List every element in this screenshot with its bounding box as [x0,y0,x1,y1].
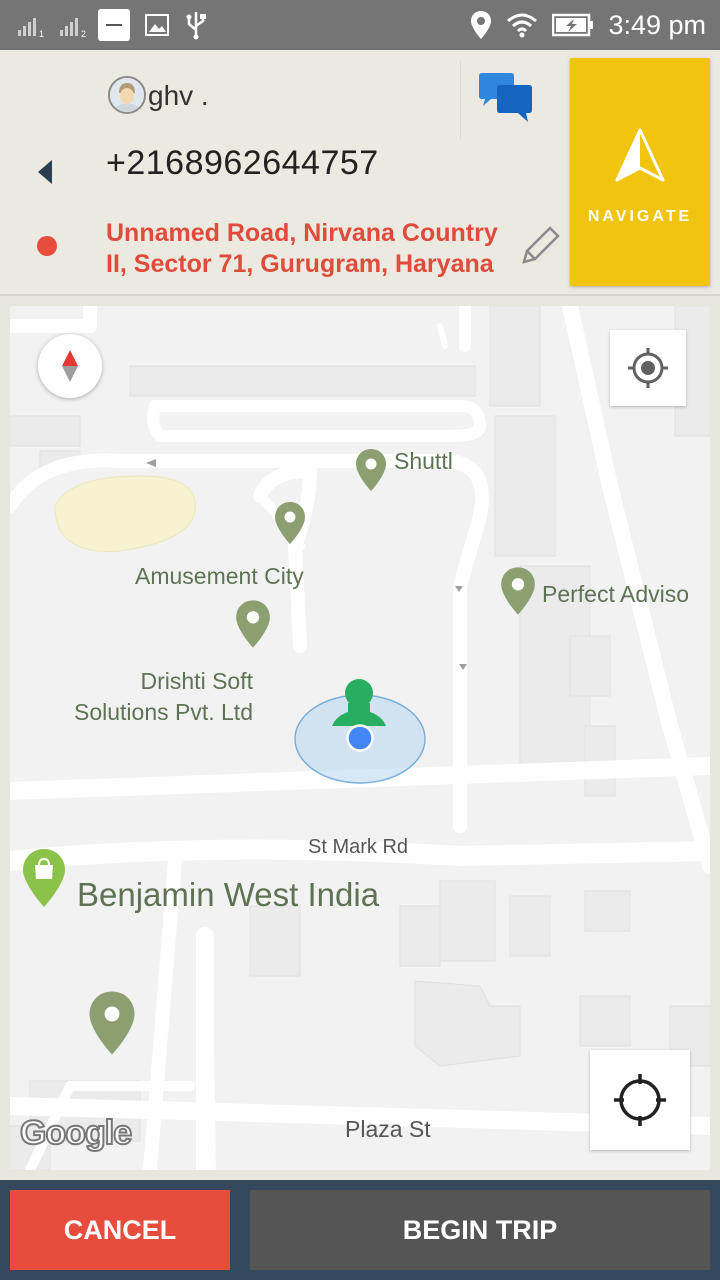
place-label-perfect-adviso[interactable]: Perfect Adviso [542,581,689,608]
usb-icon [186,12,206,40]
image-icon [145,14,169,36]
destination-address: Unnamed Road, Nirvana Country II, Sector… [106,219,498,278]
navigate-button[interactable]: NAVIGATE [570,58,710,286]
trip-header: ghv . +2168962644757 Unnamed Road, Nirva… [0,50,720,296]
place-label-shuttl[interactable]: Shuttl [394,448,453,475]
app-notification-icon [98,9,130,41]
battery-charging-icon [552,13,594,37]
status-left: 1 2 [18,9,208,41]
contact-phone[interactable]: +2168962644757 [106,144,379,183]
chat-button[interactable] [460,60,550,140]
navigation-arrow-icon [615,128,665,182]
avatar [108,76,146,114]
chat-icon [478,73,532,122]
map-view[interactable]: Shuttl Amusement City Perfect Adviso Dri… [10,306,710,1170]
back-button[interactable] [30,150,60,194]
place-pin-icon[interactable] [88,990,136,1056]
action-bar: CANCEL BEGIN TRIP [0,1180,720,1280]
google-logo: Google [19,1113,133,1153]
current-location-dot-icon [346,724,374,752]
cancel-button[interactable]: CANCEL [10,1190,230,1270]
street-label-st-mark: St Mark Rd [308,836,409,858]
shopping-pin-icon[interactable] [22,848,66,908]
my-location-button[interactable] [610,330,686,406]
shuttl-place-pin-icon[interactable] [355,448,387,492]
sim1-label: 1 [38,29,44,39]
contact-name: ghv . [148,80,209,111]
crosshair-icon [614,1074,666,1126]
status-bar: 1 2 3:49 pm [0,0,720,50]
drishti-place-pin-icon[interactable] [235,599,271,649]
recenter-button[interactable] [590,1050,690,1150]
place-label-drishti-soft[interactable]: Drishti Soft Solutions Pvt. Ltd [74,666,253,728]
edit-address-button[interactable] [516,222,564,270]
wifi-icon [507,13,538,38]
clock: 3:49 pm [608,9,706,40]
back-arrow-icon [38,160,52,184]
navigate-label: NAVIGATE [587,208,693,225]
my-location-icon [628,348,668,388]
sim2-label: 2 [80,29,86,39]
place-label-benjamin-west[interactable]: Benjamin West India [77,876,379,914]
location-icon [471,11,492,39]
perfect-adviso-pin-icon[interactable] [500,566,536,616]
street-label-plaza: Plaza St [345,1116,431,1142]
begin-trip-button[interactable]: BEGIN TRIP [250,1190,710,1270]
pencil-icon [522,226,560,264]
amusement-place-pin-icon[interactable] [274,501,306,545]
status-right: 3:49 pm [470,8,706,42]
destination-dot-icon [37,236,57,256]
signal-sim1-icon: 1 [18,14,44,39]
signal-sim2-icon: 2 [60,14,86,39]
compass-button[interactable] [38,334,102,398]
place-label-amusement-city[interactable]: Amusement City [135,563,304,590]
compass-icon [62,350,78,382]
user-avatar-icon [110,78,144,112]
